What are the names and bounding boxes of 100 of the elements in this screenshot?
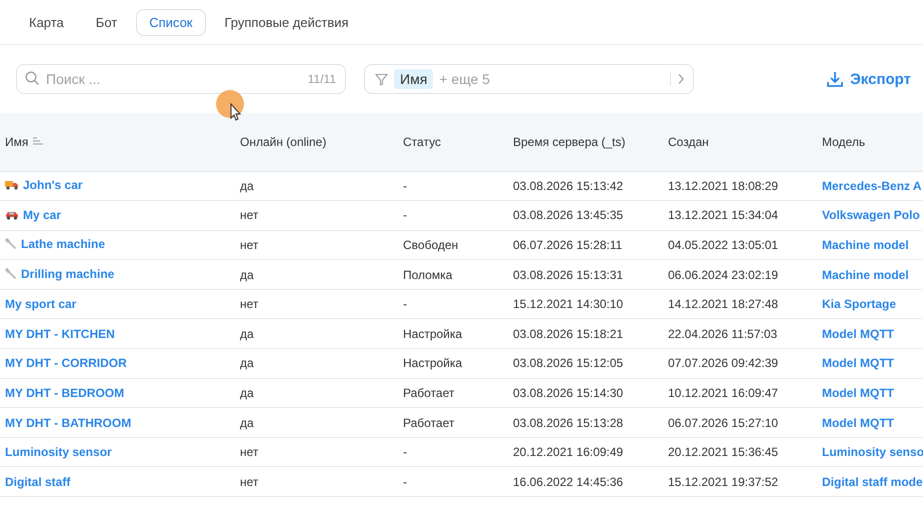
table-cell: 13.12.2021 15:34:04 (663, 200, 817, 230)
export-button[interactable]: Экспорт (826, 70, 911, 88)
table-cell: 13.12.2021 18:08:29 (663, 171, 817, 201)
device-name-link[interactable]: MY DHT - CORRIDOR (5, 356, 127, 370)
table-cell: - (398, 466, 508, 497)
model-link[interactable]: Model MQTT (817, 348, 923, 378)
wrench-icon (5, 268, 17, 280)
filter-icon (375, 72, 388, 86)
column-header: Создан (663, 113, 817, 171)
device-name-link[interactable]: Lathe machine (21, 236, 106, 251)
result-count: 11/11 (308, 72, 336, 86)
table-cell: 04.05.2022 13:05:01 (663, 230, 817, 260)
device-name-cell[interactable]: Lathe machine (0, 230, 235, 260)
model-link[interactable]: Model MQTT (817, 318, 923, 349)
table-cell: 03.08.2026 15:14:30 (508, 378, 663, 408)
table-cell: Работает (398, 408, 508, 438)
model-link[interactable]: Model MQTT (817, 378, 923, 408)
table-cell: 15.12.2021 14:30:10 (508, 289, 663, 319)
filter-chip[interactable]: Имя (394, 69, 434, 89)
device-name-cell[interactable]: John's car (0, 171, 235, 201)
table-cell: да (235, 260, 398, 290)
device-name-cell[interactable]: Luminosity sensor (0, 437, 235, 467)
table-cell: 20.12.2021 15:36:45 (663, 437, 817, 467)
table-cell: 03.08.2026 15:13:31 (508, 260, 663, 290)
cursor-icon (216, 90, 246, 122)
filter-field[interactable]: Имя + еще 5 (364, 64, 694, 94)
column-title: Имя (5, 134, 28, 149)
table-cell: 07.07.2026 09:42:39 (663, 348, 817, 378)
wrench-icon (5, 238, 17, 250)
model-link[interactable]: Volkswagen Polo (817, 200, 923, 230)
table-cell: нет (235, 466, 398, 497)
device-name-link[interactable]: Drilling machine (21, 266, 114, 281)
table-cell: 03.08.2026 13:45:35 (508, 200, 663, 230)
column-header: Статус (398, 113, 508, 171)
device-name-link[interactable]: Digital staff (5, 474, 70, 489)
table-cell: 03.08.2026 15:13:28 (508, 408, 663, 438)
table-cell: 03.08.2026 15:18:21 (508, 318, 663, 349)
table-cell: нет (235, 289, 398, 319)
table-cell: да (235, 408, 398, 438)
device-name-link[interactable]: MY DHT - BATHROOM (5, 416, 132, 430)
table-cell: 20.12.2021 16:09:49 (508, 437, 663, 467)
device-name-link[interactable]: My car (23, 208, 62, 222)
table-cell: нет (235, 437, 398, 467)
table-cell: 22.04.2026 11:57:03 (663, 318, 817, 349)
table-cell: 15.12.2021 19:37:52 (663, 466, 817, 497)
model-link[interactable]: Kia Sportage (817, 289, 923, 319)
model-link[interactable]: Mercedes-Benz A (817, 171, 923, 201)
download-icon (826, 70, 844, 88)
table-cell: Поломка (398, 260, 508, 290)
table-cell: - (398, 171, 508, 201)
table-cell: да (235, 318, 398, 349)
table-cell: 03.08.2026 15:13:42 (508, 171, 663, 201)
device-name-cell[interactable]: MY DHT - CORRIDOR (0, 348, 235, 378)
table-cell: 03.08.2026 15:12:05 (508, 348, 663, 378)
device-name-link[interactable]: MY DHT - KITCHEN (5, 326, 115, 341)
table-cell: Работает (398, 378, 508, 408)
model-link[interactable]: Digital staff mode (817, 466, 923, 497)
table-cell: 06.07.2026 15:28:11 (508, 230, 663, 260)
model-link[interactable]: Machine model (817, 230, 923, 260)
device-name-cell[interactable]: MY DHT - BATHROOM (0, 408, 235, 438)
table-cell: да (235, 171, 398, 201)
device-name-cell[interactable]: Digital staff (0, 466, 235, 497)
sort-icon[interactable] (32, 137, 44, 146)
device-name-cell[interactable]: My car (0, 200, 235, 230)
device-name-cell[interactable]: MY DHT - KITCHEN (0, 318, 235, 349)
tab[interactable]: Групповые действия (212, 8, 362, 36)
model-link[interactable]: Model MQTT (817, 408, 923, 438)
tab[interactable]: Список (136, 8, 206, 36)
model-link[interactable]: Machine model (817, 260, 923, 290)
chevron-right-icon[interactable] (677, 73, 685, 85)
device-name-link[interactable]: My sport car (5, 297, 76, 312)
device-name-link[interactable]: John's car (23, 178, 83, 192)
device-name-cell[interactable]: My sport car (0, 289, 235, 319)
table-cell: да (235, 348, 398, 378)
column-header: Время сервера (_ts) (508, 113, 663, 171)
table-cell: - (398, 437, 508, 467)
table-cell: Свободен (398, 230, 508, 260)
table-cell: 06.06.2024 23:02:19 (663, 260, 817, 290)
table-cell: Настройка (398, 348, 508, 378)
table-cell: - (398, 200, 508, 230)
device-name-link[interactable]: MY DHT - BEDROOM (5, 386, 124, 400)
truck-icon (5, 180, 19, 190)
search-icon (25, 71, 40, 86)
device-name-cell[interactable]: Drilling machine (0, 260, 235, 290)
device-name-cell[interactable]: MY DHT - BEDROOM (0, 378, 235, 408)
column-header: Модель (817, 113, 923, 171)
table-cell: 10.12.2021 16:09:47 (663, 378, 817, 408)
table-cell: - (398, 289, 508, 319)
device-name-link[interactable]: Luminosity sensor (5, 445, 112, 460)
table-cell: Настройка (398, 318, 508, 349)
table-cell: нет (235, 230, 398, 260)
table-cell: 14.12.2021 18:27:48 (663, 289, 817, 319)
column-header: Онлайн (online) (235, 113, 398, 171)
table-cell: да (235, 378, 398, 408)
table-cell: 06.07.2026 15:27:10 (663, 408, 817, 438)
tab[interactable]: Бот (82, 8, 130, 36)
column-header[interactable]: Имя (0, 113, 235, 171)
table-cell: нет (235, 200, 398, 230)
more-filters: + еще 5 (439, 71, 491, 87)
tab[interactable]: Карта (16, 8, 77, 36)
